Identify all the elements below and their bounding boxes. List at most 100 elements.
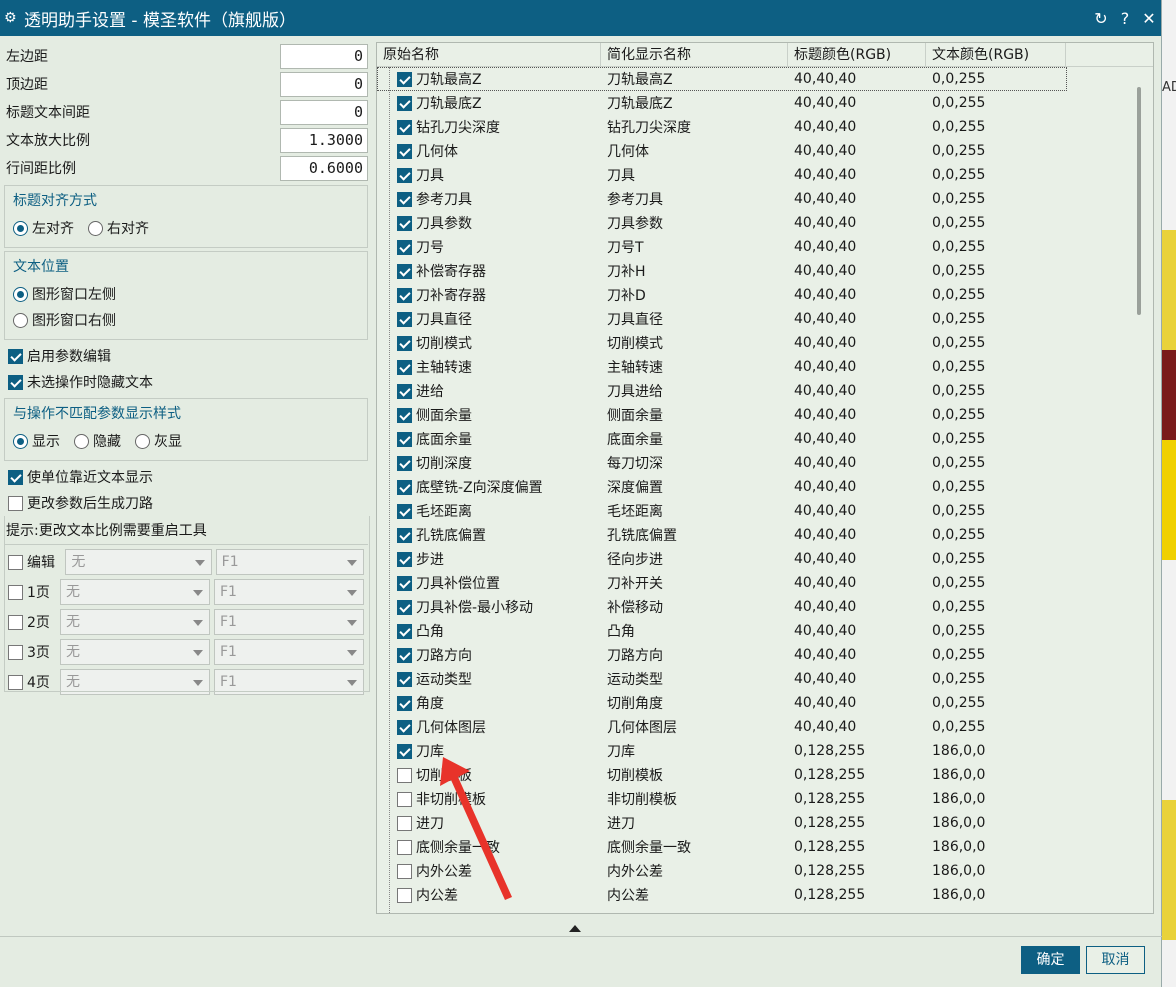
cell-title-color[interactable]: 40,40,40 <box>788 263 926 279</box>
collapse-arrow-icon[interactable] <box>569 925 581 932</box>
cell-text-color[interactable]: 0,0,255 <box>926 383 1066 399</box>
table-row[interactable]: 内公差 内公差 0,128,255 186,0,0 <box>377 883 1153 907</box>
column-header[interactable]: 简化显示名称 <box>601 43 788 66</box>
cell-title-color[interactable]: 40,40,40 <box>788 215 926 231</box>
row-checkbox[interactable] <box>397 479 412 495</box>
cell-title-color[interactable]: 40,40,40 <box>788 599 926 615</box>
row-checkbox[interactable] <box>397 143 412 159</box>
row-checkbox[interactable] <box>397 815 412 831</box>
cell-display-name[interactable]: 钻孔刀尖深度 <box>601 117 788 137</box>
column-header[interactable]: 原始名称 <box>377 43 601 66</box>
cell-display-name[interactable]: 非切削模板 <box>601 789 788 809</box>
title-spacing-input[interactable]: 0 <box>280 99 368 125</box>
row-checkbox[interactable] <box>397 791 412 807</box>
row-checkbox[interactable] <box>397 839 412 855</box>
column-header[interactable]: 标题颜色(RGB) <box>788 43 926 66</box>
page-dropdown-a[interactable]: 无 <box>60 579 210 605</box>
cell-display-name[interactable]: 运动类型 <box>601 669 788 689</box>
cell-display-name[interactable]: 刀具进给 <box>601 381 788 401</box>
table-row[interactable]: 刀轨最高Z 刀轨最高Z 40,40,40 0,0,255 <box>377 67 1067 91</box>
cell-text-color[interactable]: 0,0,255 <box>926 215 1066 231</box>
cell-display-name[interactable]: 底侧余量一致 <box>601 837 788 857</box>
cell-text-color[interactable]: 0,0,255 <box>926 191 1066 207</box>
row-checkbox[interactable] <box>397 431 412 447</box>
table-row[interactable]: 侧面余量 侧面余量 40,40,40 0,0,255 <box>377 403 1153 427</box>
cell-title-color[interactable]: 40,40,40 <box>788 575 926 591</box>
table-row[interactable]: 主轴转速 主轴转速 40,40,40 0,0,255 <box>377 355 1153 379</box>
row-checkbox[interactable] <box>397 191 412 207</box>
cell-text-color[interactable]: 186,0,0 <box>926 863 1066 879</box>
table-row[interactable]: 切削模板 切削模板 0,128,255 186,0,0 <box>377 763 1153 787</box>
table-row[interactable]: 孔铣底偏置 孔铣底偏置 40,40,40 0,0,255 <box>377 523 1153 547</box>
table-row[interactable]: 参考刀具 参考刀具 40,40,40 0,0,255 <box>377 187 1153 211</box>
row-checkbox[interactable] <box>397 239 412 255</box>
column-header[interactable]: 文本颜色(RGB) <box>926 43 1066 66</box>
table-row[interactable]: 毛坯距离 毛坯距离 40,40,40 0,0,255 <box>377 499 1153 523</box>
cell-text-color[interactable]: 186,0,0 <box>926 815 1066 831</box>
top-margin-input[interactable]: 0 <box>280 71 368 97</box>
table-row[interactable]: 非切削模板 非切削模板 0,128,255 186,0,0 <box>377 787 1153 811</box>
cell-display-name[interactable]: 刀路方向 <box>601 645 788 665</box>
cell-text-color[interactable]: 0,0,255 <box>926 551 1066 567</box>
cell-display-name[interactable]: 底面余量 <box>601 429 788 449</box>
table-row[interactable]: 角度 切削角度 40,40,40 0,0,255 <box>377 691 1153 715</box>
hide-unselected-checkbox[interactable]: 未选操作时隐藏文本 <box>4 369 368 395</box>
cell-display-name[interactable]: 刀号T <box>601 237 788 257</box>
row-checkbox[interactable] <box>397 455 412 471</box>
cell-display-name[interactable]: 刀补D <box>601 285 788 305</box>
cell-title-color[interactable]: 40,40,40 <box>788 695 926 711</box>
cell-title-color[interactable]: 0,128,255 <box>788 743 926 759</box>
cell-text-color[interactable]: 0,0,255 <box>926 167 1066 183</box>
cell-display-name[interactable]: 内公差 <box>601 885 788 905</box>
cell-display-name[interactable]: 刀轨最底Z <box>601 93 788 113</box>
cell-title-color[interactable]: 40,40,40 <box>788 359 926 375</box>
cell-display-name[interactable]: 刀具 <box>601 165 788 185</box>
table-row[interactable]: 进刀 进刀 0,128,255 186,0,0 <box>377 811 1153 835</box>
cell-title-color[interactable]: 40,40,40 <box>788 623 926 639</box>
vertical-scrollbar[interactable] <box>1137 87 1141 315</box>
page-dropdown-b[interactable]: F1 <box>214 579 364 605</box>
cell-text-color[interactable]: 0,0,255 <box>926 527 1066 543</box>
row-checkbox[interactable] <box>397 359 412 375</box>
table-row[interactable]: 刀补寄存器 刀补D 40,40,40 0,0,255 <box>377 283 1153 307</box>
cell-title-color[interactable]: 40,40,40 <box>788 143 926 159</box>
row-checkbox[interactable] <box>397 767 412 783</box>
table-row[interactable]: 刀轨最底Z 刀轨最底Z 40,40,40 0,0,255 <box>377 91 1153 115</box>
cell-title-color[interactable]: 40,40,40 <box>788 527 926 543</box>
cell-text-color[interactable]: 0,0,255 <box>926 119 1066 135</box>
cell-title-color[interactable]: 40,40,40 <box>788 119 926 135</box>
cell-text-color[interactable]: 0,0,255 <box>926 431 1066 447</box>
cell-display-name[interactable]: 补偿移动 <box>601 597 788 617</box>
row-checkbox[interactable] <box>397 887 412 903</box>
page-dropdown-b[interactable]: F1 <box>215 549 364 575</box>
cell-text-color[interactable]: 0,0,255 <box>926 671 1066 687</box>
table-row[interactable]: 刀路方向 刀路方向 40,40,40 0,0,255 <box>377 643 1153 667</box>
title-bar[interactable]: ⚙ 透明助手设置 - 模圣软件（旗舰版） ↻ ? ✕ <box>0 0 1161 36</box>
table-row[interactable]: 刀具补偿位置 刀补开关 40,40,40 0,0,255 <box>377 571 1153 595</box>
cell-text-color[interactable]: 0,0,255 <box>926 143 1066 159</box>
page-dropdown-a[interactable]: 无 <box>65 549 212 575</box>
cell-title-color[interactable]: 40,40,40 <box>788 671 926 687</box>
cell-text-color[interactable]: 0,0,255 <box>926 455 1066 471</box>
table-row[interactable]: 刀具补偿-最小移动 补偿移动 40,40,40 0,0,255 <box>377 595 1153 619</box>
page-dropdown-b[interactable]: F1 <box>214 609 364 635</box>
cell-display-name[interactable]: 毛坯距离 <box>601 501 788 521</box>
cancel-button[interactable]: 取消 <box>1086 946 1145 974</box>
page-dropdown-a[interactable]: 无 <box>60 609 210 635</box>
row-checkbox[interactable] <box>397 167 412 183</box>
cell-display-name[interactable]: 刀补开关 <box>601 573 788 593</box>
table-row[interactable]: 底侧余量一致 底侧余量一致 0,128,255 186,0,0 <box>377 835 1153 859</box>
table-row[interactable]: 补偿寄存器 刀补H 40,40,40 0,0,255 <box>377 259 1153 283</box>
row-checkbox[interactable] <box>397 335 412 351</box>
cell-text-color[interactable]: 0,0,255 <box>926 695 1066 711</box>
line-spacing-input[interactable]: 0.6000 <box>280 155 368 181</box>
page-dropdown-a[interactable]: 无 <box>60 669 210 695</box>
page-dropdown-b[interactable]: F1 <box>214 669 364 695</box>
table-row[interactable]: 切削深度 每刀切深 40,40,40 0,0,255 <box>377 451 1153 475</box>
table-row[interactable]: 凸角 凸角 40,40,40 0,0,255 <box>377 619 1153 643</box>
cell-title-color[interactable]: 40,40,40 <box>788 551 926 567</box>
row-checkbox[interactable] <box>397 215 412 231</box>
cell-text-color[interactable]: 0,0,255 <box>926 239 1066 255</box>
table-row[interactable]: 几何体图层 几何体图层 40,40,40 0,0,255 <box>377 715 1153 739</box>
cell-display-name[interactable]: 参考刀具 <box>601 189 788 209</box>
